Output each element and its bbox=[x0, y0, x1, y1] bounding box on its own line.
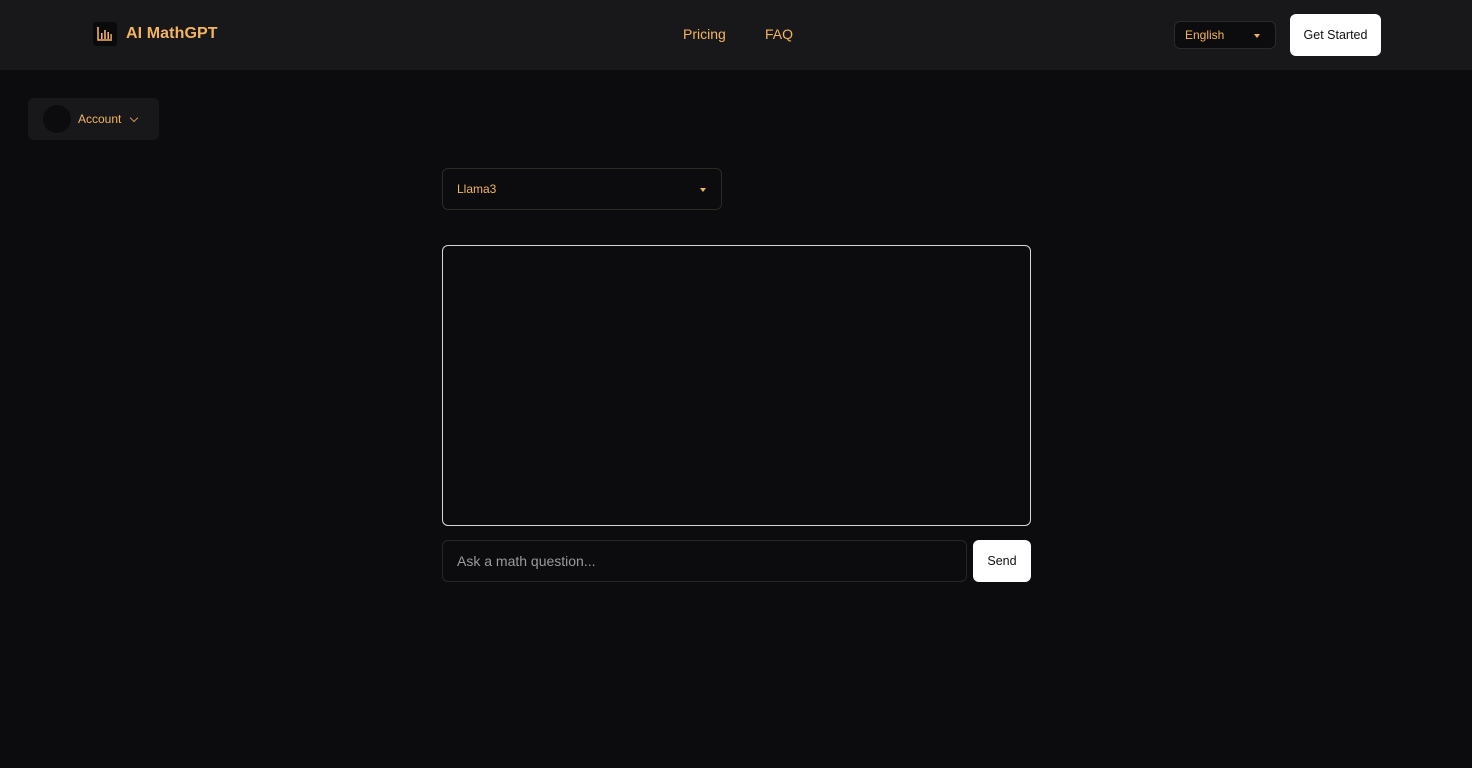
avatar bbox=[43, 105, 71, 133]
model-select[interactable]: Llama3 bbox=[442, 168, 722, 210]
nav-link-pricing[interactable]: Pricing bbox=[683, 26, 726, 42]
account-label: Account bbox=[78, 112, 122, 126]
caret-down-icon bbox=[700, 188, 706, 192]
language-select[interactable]: English bbox=[1174, 21, 1276, 49]
brand-name: AI MathGPT bbox=[126, 25, 218, 42]
top-navbar: AI MathGPT Pricing FAQ English Get Start… bbox=[0, 0, 1472, 70]
bar-chart-icon bbox=[93, 22, 117, 46]
account-menu-button[interactable]: Account bbox=[28, 98, 159, 140]
brand-logo-link[interactable]: AI MathGPT bbox=[93, 22, 218, 46]
question-input[interactable] bbox=[442, 540, 967, 582]
model-select-value: Llama3 bbox=[457, 182, 497, 196]
chat-messages-area[interactable] bbox=[442, 245, 1031, 526]
caret-down-icon bbox=[1254, 34, 1260, 38]
nav-link-faq[interactable]: FAQ bbox=[765, 26, 793, 42]
get-started-button[interactable]: Get Started bbox=[1290, 14, 1381, 56]
chevron-down-icon bbox=[130, 113, 139, 122]
language-select-value: English bbox=[1185, 28, 1225, 42]
send-button[interactable]: Send bbox=[973, 540, 1031, 582]
